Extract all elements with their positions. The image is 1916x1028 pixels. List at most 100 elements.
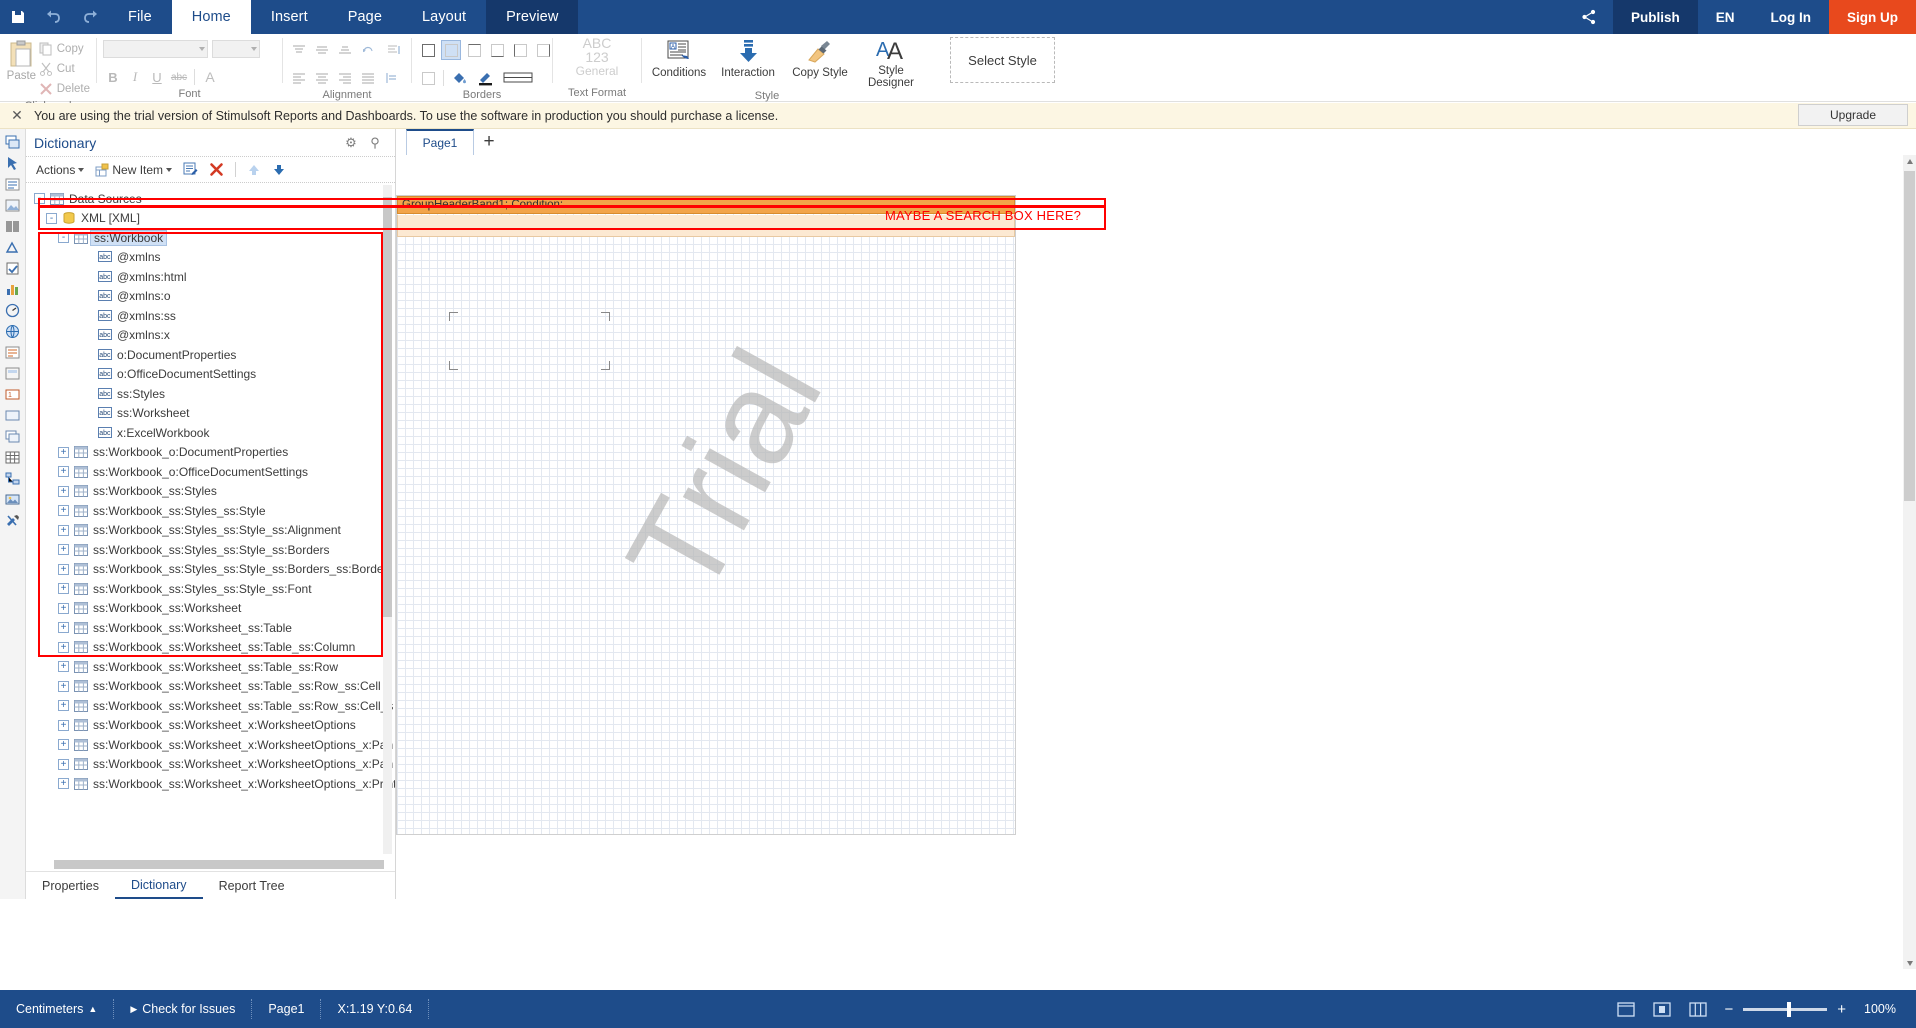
font-size-select[interactable] <box>212 40 260 58</box>
tree-item[interactable]: abc @xmlns:html <box>26 267 395 287</box>
tree-item[interactable]: + ss:Workbook_o:OfficeDocumentSettings <box>26 462 395 482</box>
all-borders-button[interactable] <box>418 40 438 60</box>
tree-item[interactable]: - XML [XML] <box>26 209 395 229</box>
expand-icon[interactable]: + <box>58 505 69 517</box>
tree-item[interactable]: + ss:Workbook_ss:Styles_ss:Style <box>26 501 395 521</box>
tab-page[interactable]: Page <box>328 0 402 34</box>
zoom-slider[interactable]: − + <box>1716 1001 1854 1018</box>
new-item-menu[interactable]: New Item <box>91 162 176 178</box>
text-box-icon[interactable] <box>3 132 23 153</box>
tree-item[interactable]: + ss:Workbook_ss:Styles <box>26 482 395 502</box>
tree-horizontal-scrollbar[interactable] <box>54 860 384 869</box>
italic-button[interactable]: I <box>125 67 145 87</box>
tab-preview[interactable]: Preview <box>486 0 579 34</box>
canvas-vertical-scrollbar[interactable] <box>1903 155 1916 969</box>
strikeout-button[interactable]: abc <box>169 67 189 87</box>
expand-icon[interactable]: + <box>58 544 69 556</box>
expand-icon[interactable]: + <box>58 700 69 712</box>
tree-item[interactable]: + ss:Workbook_ss:Worksheet_ss:Table_ss:Ro… <box>26 657 395 677</box>
page-tab-page1[interactable]: Page1 <box>406 129 474 155</box>
collapse-icon[interactable]: - <box>34 193 45 205</box>
expand-icon[interactable]: + <box>58 563 69 575</box>
scroll-up-icon[interactable] <box>1903 155 1916 168</box>
tree-item[interactable]: + ss:Workbook_ss:Worksheet_x:WorksheetOpt… <box>26 735 395 755</box>
tree-item[interactable]: + ss:Workbook_ss:Worksheet_x:WorksheetOpt… <box>26 716 395 736</box>
tree-item[interactable]: + ss:Workbook_ss:Worksheet_ss:Table_ss:Ro… <box>26 677 395 697</box>
top-border-button[interactable] <box>464 40 484 60</box>
upgrade-button[interactable]: Upgrade <box>1798 104 1908 126</box>
shape-icon[interactable] <box>3 237 23 258</box>
hierarchical-icon[interactable] <box>3 468 23 489</box>
right-border-button[interactable] <box>533 40 553 60</box>
tree-item[interactable]: abc @xmlns:ss <box>26 306 395 326</box>
report-page[interactable]: GroupHeaderBand1; Condition: Trial <box>396 195 1016 835</box>
pin-icon[interactable]: ⚲ <box>363 135 387 151</box>
table-tool-icon[interactable] <box>3 447 23 468</box>
tab-properties[interactable]: Properties <box>26 872 115 899</box>
check-issues-button[interactable]: ▶ Check for Issues <box>114 999 253 1019</box>
move-up-button[interactable] <box>243 162 265 178</box>
conditions-button[interactable]: A Conditions <box>648 37 710 79</box>
tree-item[interactable]: + ss:Workbook_ss:Worksheet_ss:Table_ss:Co… <box>26 638 395 658</box>
align-bottom-button[interactable] <box>335 40 355 60</box>
edit-button[interactable] <box>179 161 202 178</box>
align-right-button[interactable] <box>335 68 355 88</box>
expand-icon[interactable]: + <box>58 680 69 692</box>
expand-icon[interactable]: + <box>58 524 69 536</box>
tree-item[interactable]: abc @xmlns:x <box>26 326 395 346</box>
line-spacing-button[interactable] <box>381 68 401 88</box>
text-format-button[interactable]: ABC 123 General <box>576 36 619 81</box>
zoom-out-button[interactable]: − <box>1724 1001 1733 1018</box>
language-button[interactable]: EN <box>1698 0 1753 34</box>
delete-button[interactable] <box>205 161 228 178</box>
expand-icon[interactable]: + <box>58 485 69 497</box>
no-border-button[interactable] <box>441 40 461 60</box>
align-center-button[interactable] <box>312 68 332 88</box>
zip-code-icon[interactable]: 1 <box>3 384 23 405</box>
sub-report-icon[interactable] <box>3 363 23 384</box>
select-style-button[interactable]: Select Style <box>950 37 1055 83</box>
expand-icon[interactable]: + <box>58 778 69 790</box>
tab-dictionary[interactable]: Dictionary <box>114 872 203 899</box>
left-border-button[interactable] <box>510 40 530 60</box>
align-middle-button[interactable] <box>312 40 332 60</box>
expand-icon[interactable]: + <box>58 758 69 770</box>
border-color-button[interactable] <box>475 68 495 88</box>
gear-icon[interactable]: ⚙ <box>339 135 363 151</box>
publish-button[interactable]: Publish <box>1612 0 1698 34</box>
tab-layout[interactable]: Layout <box>402 0 486 34</box>
bold-button[interactable]: B <box>103 67 123 87</box>
rich-text-icon[interactable] <box>3 342 23 363</box>
tree-item[interactable]: + ss:Workbook_ss:Worksheet_ss:Table_ss:Ro… <box>26 696 395 716</box>
tree-item[interactable]: abc @xmlns <box>26 248 395 268</box>
picture-icon[interactable] <box>3 489 23 510</box>
tools-icon[interactable] <box>3 510 23 531</box>
collapse-icon[interactable]: - <box>46 212 57 224</box>
redo-icon[interactable] <box>72 0 108 34</box>
underline-button[interactable]: U <box>147 67 167 87</box>
tree-item[interactable]: + ss:Workbook_ss:Styles_ss:Style_ss:Align… <box>26 521 395 541</box>
tree-item[interactable]: abc x:ExcelWorkbook <box>26 423 395 443</box>
arrow-pointer-icon[interactable] <box>3 153 23 174</box>
interaction-button[interactable]: Interaction <box>714 37 782 79</box>
cut-button[interactable]: Cut <box>37 59 90 79</box>
text-direction-button[interactable] <box>384 40 404 60</box>
map-icon[interactable] <box>3 321 23 342</box>
tab-report-tree[interactable]: Report Tree <box>203 872 301 899</box>
zoom-thumb[interactable] <box>1787 1001 1792 1017</box>
justify-button[interactable] <box>358 68 378 88</box>
tree-item[interactable]: + ss:Workbook_ss:Worksheet_x:WorksheetOpt… <box>26 755 395 775</box>
tree-item[interactable]: + ss:Workbook_ss:Worksheet_ss:Table <box>26 618 395 638</box>
dictionary-tree[interactable]: - Data Sources - XML [XML] - ss:Workbook abc @x… <box>26 185 395 854</box>
checkbox-icon[interactable] <box>3 258 23 279</box>
panel-icon[interactable] <box>3 405 23 426</box>
tab-insert[interactable]: Insert <box>251 0 328 34</box>
tree-item[interactable]: + ss:Workbook_ss:Styles_ss:Style_ss:Font <box>26 579 395 599</box>
page-view-icon[interactable] <box>1608 990 1644 1028</box>
tree-item[interactable]: abc ss:Worksheet <box>26 404 395 424</box>
tree-horizontal-thumb[interactable] <box>54 860 384 869</box>
chart-icon[interactable] <box>3 279 23 300</box>
signup-button[interactable]: Sign Up <box>1829 0 1916 34</box>
expand-icon[interactable]: + <box>58 661 69 673</box>
undo-icon[interactable] <box>36 0 72 34</box>
